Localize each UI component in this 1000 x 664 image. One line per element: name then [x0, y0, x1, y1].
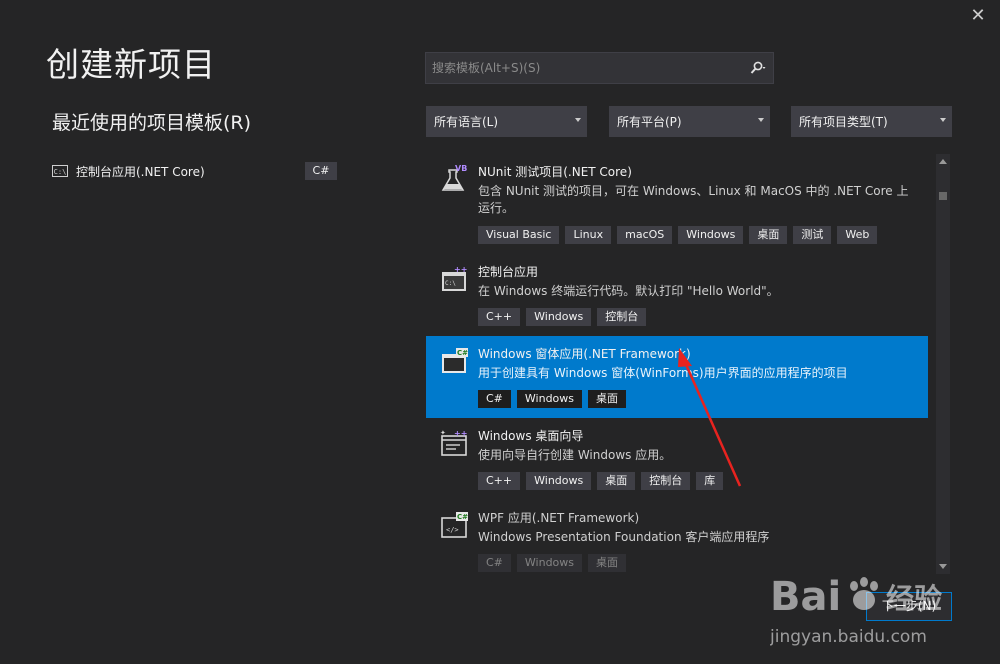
template-list: VB NUnit 测试项目(.NET Core) 包含 NUnit 测试的项目，… [426, 154, 928, 574]
recent-template-item[interactable]: C:\ 控制台应用(.NET Core) C# [52, 160, 342, 182]
language-filter[interactable]: 所有语言(L) [426, 106, 587, 137]
template-item-console-app[interactable]: C:\ ++ 控制台应用 在 Windows 终端运行代码。默认打印 "Hell… [426, 254, 928, 334]
tag: 控制台 [597, 308, 647, 326]
tag: 桌面 [597, 472, 636, 490]
tag: 测试 [793, 226, 832, 244]
template-tags: C# Windows 桌面 [478, 554, 627, 572]
tag: Web [837, 226, 878, 244]
template-description: 使用向导自行创建 Windows 应用。 [478, 448, 672, 462]
template-name: NUnit 测试项目(.NET Core) [478, 165, 632, 179]
badge-text: C:\ [445, 280, 456, 287]
template-tags: Visual Basic Linux macOS Windows 桌面 测试 W… [478, 226, 878, 244]
winforms-cs-icon: C# [442, 348, 468, 373]
chevron-down-icon [940, 118, 946, 122]
chevron-down-icon [575, 118, 581, 122]
template-name: 控制台应用 [478, 265, 539, 279]
template-description: 用于创建具有 Windows 窗体(WinForms)用户界面的应用程序的项目 [478, 366, 848, 380]
desktop-wizard-cpp-icon: ++ ✦ [440, 429, 467, 456]
scroll-thumb[interactable] [939, 192, 947, 200]
recent-template-label: 控制台应用(.NET Core) [76, 164, 205, 179]
tag: C# [478, 554, 511, 572]
template-tags: C# Windows 桌面 [478, 390, 627, 408]
watermark-url: jingyan.baidu.com [770, 627, 927, 647]
tag: Windows [678, 226, 744, 244]
close-icon: ✕ [970, 5, 986, 26]
template-item-wpf[interactable]: </> C# WPF 应用(.NET Framework) Windows Pr… [426, 500, 928, 574]
tag: Windows [516, 390, 583, 408]
template-item-winforms[interactable]: C# Windows 窗体应用(.NET Framework) 用于创建具有 W… [426, 336, 928, 418]
scroll-up-icon[interactable] [939, 159, 947, 164]
tag: Linux [565, 226, 612, 244]
close-button[interactable]: ✕ [966, 4, 990, 28]
badge-text: VB [455, 164, 467, 173]
wpf-cs-icon: </> C# [441, 512, 468, 538]
platform-filter[interactable]: 所有平台(P) [609, 106, 770, 137]
tag: 库 [696, 472, 724, 490]
tag: 桌面 [749, 226, 788, 244]
tag: Windows [516, 554, 583, 572]
template-description: Windows Presentation Foundation 客户端应用程序 [478, 530, 770, 544]
page-title: 创建新项目 [46, 45, 216, 84]
chevron-down-icon [758, 118, 764, 122]
project-type-filter-value: 所有项目类型(T) [799, 115, 888, 129]
platform-filter-value: 所有平台(P) [617, 115, 682, 129]
tag: 桌面 [588, 554, 627, 572]
language-filter-value: 所有语言(L) [434, 115, 499, 129]
template-list-scrollbar[interactable] [936, 154, 950, 574]
tag: Windows [526, 472, 592, 490]
tag: C# [478, 390, 511, 408]
template-name: WPF 应用(.NET Framework) [478, 511, 640, 525]
language-badge: C# [305, 162, 337, 180]
tag: Windows [526, 308, 592, 326]
flask-vb-icon: VB [441, 164, 467, 191]
template-description: 在 Windows 终端运行代码。默认打印 "Hello World"。 [478, 284, 779, 298]
tag: 桌面 [588, 390, 627, 408]
template-tags: C++ Windows 控制台 [478, 308, 647, 326]
badge-text: C# [457, 513, 468, 521]
template-name: Windows 窗体应用(.NET Framework) [478, 347, 691, 361]
template-search [425, 52, 774, 84]
tag: 控制台 [641, 472, 691, 490]
scroll-down-icon[interactable] [939, 564, 947, 569]
badge-text: C# [457, 349, 468, 357]
template-description: 包含 NUnit 测试的项目，可在 Windows、Linux 和 MacOS … [478, 184, 909, 215]
search-input[interactable] [426, 61, 743, 75]
console-icon: C:\ [52, 165, 68, 177]
template-item-desktop-wizard[interactable]: ++ ✦ Windows 桌面向导 使用向导自行创建 Windows 应用。 C… [426, 418, 928, 500]
template-item-nunit[interactable]: VB NUnit 测试项目(.NET Core) 包含 NUnit 测试的项目，… [426, 154, 928, 252]
template-name: Windows 桌面向导 [478, 429, 584, 443]
svg-text:</>: </> [446, 526, 459, 534]
recent-templates-title: 最近使用的项目模板(R) [52, 112, 252, 134]
template-tags: C++ Windows 桌面 控制台 库 [478, 472, 724, 490]
tag: Visual Basic [478, 226, 560, 244]
tag: macOS [617, 226, 673, 244]
svg-text:✦: ✦ [440, 429, 446, 437]
svg-text:++: ++ [454, 265, 467, 274]
console-cpp-icon: C:\ ++ [442, 265, 467, 291]
tag: C++ [478, 308, 521, 326]
svg-text:++: ++ [454, 429, 467, 438]
tag: C++ [478, 472, 521, 490]
search-icon[interactable] [743, 53, 773, 83]
next-button[interactable]: 下一步(N) [866, 592, 952, 621]
project-type-filter[interactable]: 所有项目类型(T) [791, 106, 952, 137]
watermark-brand: Bai [770, 574, 841, 620]
